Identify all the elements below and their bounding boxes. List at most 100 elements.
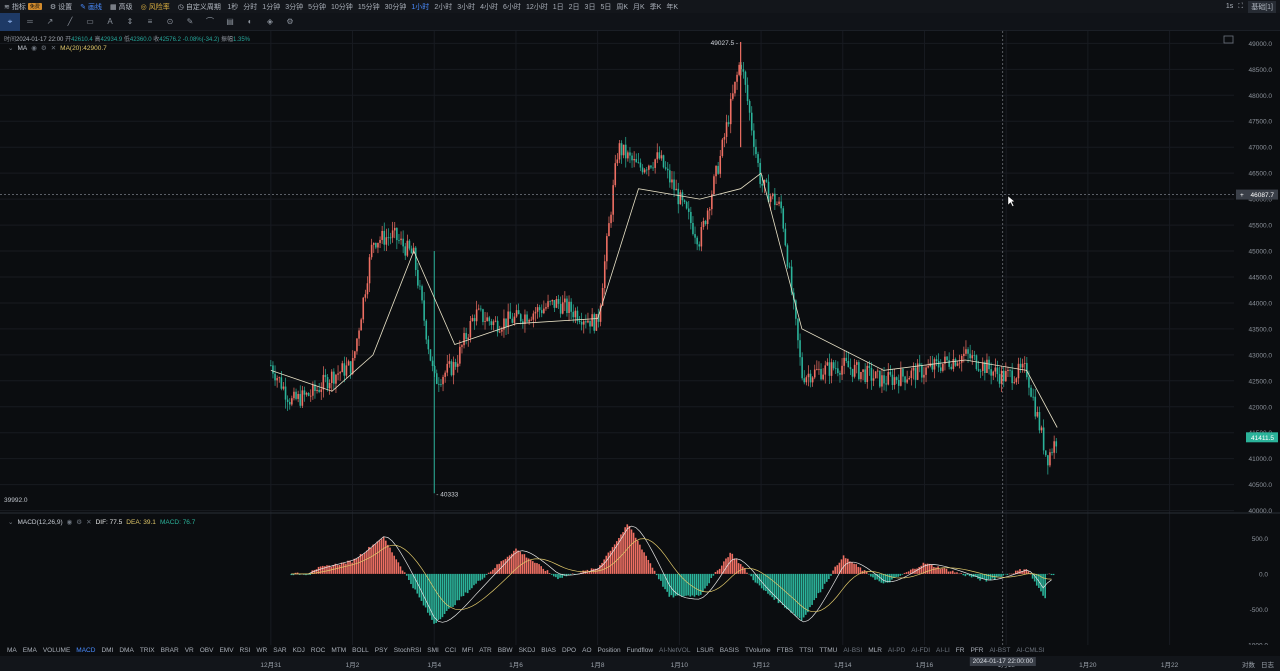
indicator-tab[interactable]: BBW <box>495 647 516 654</box>
indicator-tab[interactable]: MLR <box>865 647 885 654</box>
text-icon[interactable]: A <box>100 13 120 31</box>
period-5[interactable]: 10分钟 <box>329 2 356 12</box>
indicator-tab[interactable]: WR <box>253 647 270 654</box>
settings-icon[interactable]: ⚙ <box>280 13 300 31</box>
menu-item-0[interactable]: ≋ 指标 免费 <box>0 0 46 13</box>
period-11[interactable]: 4小时 <box>478 2 501 12</box>
indicator-tab[interactable]: KDJ <box>290 647 308 654</box>
indicator-tab[interactable]: RSI <box>237 647 254 654</box>
indicator-tab[interactable]: FR <box>953 647 968 654</box>
indicator-tab[interactable]: ROC <box>308 647 328 654</box>
period-2[interactable]: 1分钟 <box>260 2 283 12</box>
indicator-tab[interactable]: BASIS <box>717 647 742 654</box>
settings-icon[interactable]: ⚙ <box>76 518 82 526</box>
period-17[interactable]: 5日 <box>598 2 614 12</box>
indicator-tab[interactable]: AI-PD <box>885 647 908 654</box>
trash-icon[interactable]: ◈ <box>260 13 280 31</box>
indicator-tab[interactable]: AI-CMLSI <box>1013 647 1047 654</box>
period-8[interactable]: 1小时 <box>409 2 432 12</box>
menu-item-4[interactable]: ◎ 风险率 <box>137 0 174 13</box>
period-18[interactable]: 周K <box>614 2 631 12</box>
period-10[interactable]: 3小时 <box>455 2 478 12</box>
indicator-tab[interactable]: AO <box>579 647 594 654</box>
indicator-tab[interactable]: CCI <box>442 647 459 654</box>
period-20[interactable]: 季K <box>647 2 664 12</box>
ray-icon[interactable]: ↗ <box>40 13 60 31</box>
indicator-tab[interactable]: MFI <box>459 647 476 654</box>
indicator-tab[interactable]: SKDJ <box>516 647 539 654</box>
indicator-tab[interactable]: AI-LI <box>933 647 953 654</box>
indicator-tab[interactable]: AI-BST <box>986 647 1013 654</box>
interval-select[interactable]: 1s <box>1226 3 1233 10</box>
indicator-tab[interactable]: Fundflow <box>624 647 656 654</box>
eye-icon[interactable]: ◉ <box>67 518 73 526</box>
period-15[interactable]: 2日 <box>566 2 582 12</box>
rect-icon[interactable]: ▭ <box>80 13 100 31</box>
indicator-tab[interactable]: FTBS <box>774 647 797 654</box>
indicator-tab[interactable]: StochRSI <box>391 647 424 654</box>
trend-line-icon[interactable]: ╱ <box>60 13 80 31</box>
magnet-icon[interactable]: ⌒ <box>200 13 220 31</box>
period-0[interactable]: 1秒 <box>225 2 241 12</box>
axis-option[interactable]: 对数 <box>1242 659 1255 669</box>
close-icon[interactable]: ✕ <box>86 518 91 526</box>
indicator-tab[interactable]: AI-NetVOL <box>656 647 693 654</box>
fullscreen-icon[interactable]: ⛶ <box>1238 3 1243 11</box>
period-9[interactable]: 2小时 <box>432 2 455 12</box>
period-21[interactable]: 年K <box>664 2 681 12</box>
fib-icon[interactable]: ≡ <box>140 13 160 31</box>
lock-icon[interactable]: ▤ <box>220 13 240 31</box>
eye-icon[interactable]: ◐ <box>240 13 260 31</box>
indicator-tab[interactable]: Position <box>595 647 624 654</box>
axis-option[interactable]: 日志 <box>1261 659 1274 669</box>
indicator-tab[interactable]: EMV <box>216 647 236 654</box>
indicator-tab[interactable]: BOLL <box>349 647 372 654</box>
period-13[interactable]: 12小时 <box>523 2 550 12</box>
menu-item-5[interactable]: ◷ 自定义周期 <box>174 0 225 13</box>
period-7[interactable]: 30分钟 <box>382 2 409 12</box>
indicator-tab[interactable]: OBV <box>197 647 217 654</box>
indicator-tab[interactable]: AI-BSI <box>840 647 865 654</box>
period-6[interactable]: 15分钟 <box>355 2 382 12</box>
period-4[interactable]: 5分钟 <box>306 2 329 12</box>
indicator-tab[interactable]: BRAR <box>158 647 182 654</box>
indicator-tab[interactable]: EMA <box>20 647 40 654</box>
indicator-tab[interactable]: SMI <box>424 647 442 654</box>
indicator-tab[interactable]: TRIX <box>137 647 158 654</box>
indicator-tab[interactable]: BIAS <box>538 647 559 654</box>
indicator-tab[interactable]: MACD <box>73 647 98 654</box>
cursor-icon[interactable]: ⌖ <box>0 12 20 31</box>
indicator-tab[interactable]: VR <box>182 647 197 654</box>
indicator-tab[interactable]: DPO <box>559 647 579 654</box>
macd-name[interactable]: MACD(12,26,9) <box>17 519 62 526</box>
mode-select[interactable]: 基础[1] <box>1248 0 1276 13</box>
indicator-tab[interactable]: ATR <box>476 647 495 654</box>
indicator-tab[interactable]: VOLUME <box>40 647 73 654</box>
indicator-tab[interactable]: MTM <box>328 647 349 654</box>
menu-item-2[interactable]: ✎ 画线 <box>76 0 106 13</box>
menu-item-3[interactable]: ▦ 高级 <box>106 0 137 13</box>
brush-icon[interactable]: ✎ <box>180 13 200 31</box>
measure-icon[interactable]: ⊙ <box>160 13 180 31</box>
indicator-tab[interactable]: AI-FDI <box>908 647 933 654</box>
period-16[interactable]: 3日 <box>582 2 598 12</box>
indicator-tab[interactable]: LSUR <box>693 647 716 654</box>
indicator-tab[interactable]: SAR <box>270 647 289 654</box>
indicator-tab[interactable]: DMA <box>116 647 136 654</box>
indicator-tab[interactable]: MA <box>4 647 20 654</box>
period-3[interactable]: 3分钟 <box>283 2 306 12</box>
collapse-chevron-icon[interactable]: ⌄ <box>8 518 13 526</box>
period-19[interactable]: 月K <box>631 2 648 12</box>
indicator-tab[interactable]: PSY <box>372 647 391 654</box>
period-14[interactable]: 1日 <box>550 2 566 12</box>
chart-area[interactable]: 49027.5 - - 40333 49000.0 48500.0 48000.0 475… <box>0 31 1280 645</box>
indicator-tab[interactable]: TTSI <box>796 647 816 654</box>
indicator-tab[interactable]: PFR <box>967 647 986 654</box>
price-range-icon[interactable]: ⇕ <box>120 13 140 31</box>
period-12[interactable]: 6小时 <box>501 2 524 12</box>
horizontal-line-icon[interactable]: ═ <box>20 13 40 31</box>
menu-item-1[interactable]: ⚙ 设置 <box>46 0 76 13</box>
indicator-tab[interactable]: DMI <box>98 647 116 654</box>
indicator-tab[interactable]: TVolume <box>742 647 774 654</box>
period-1[interactable]: 分时 <box>241 2 260 12</box>
